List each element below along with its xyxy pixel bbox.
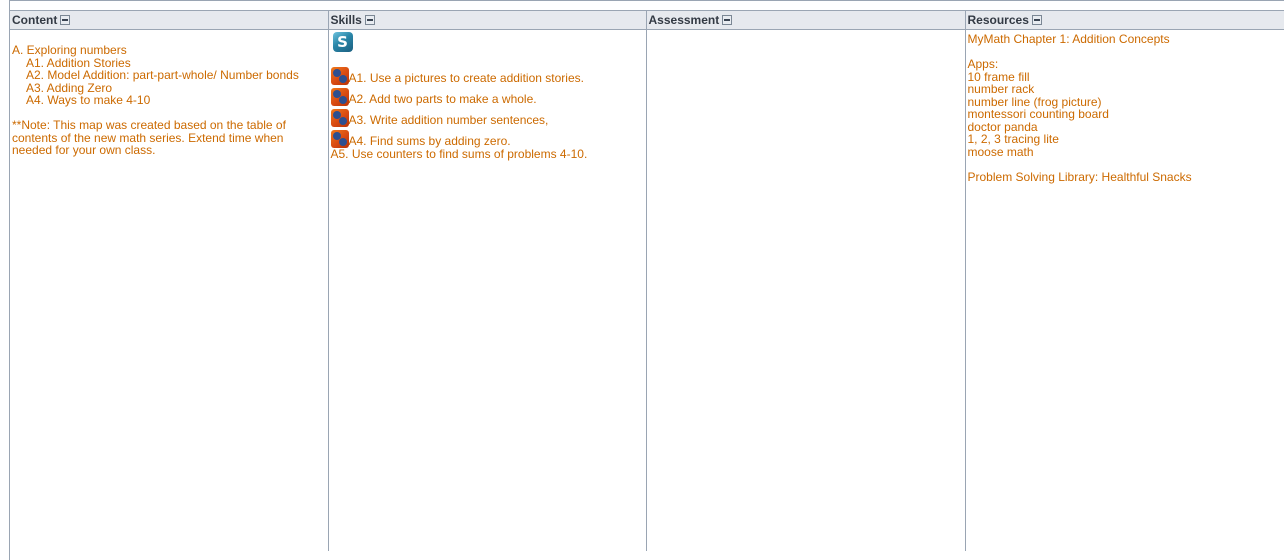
skill-text: A3. Write addition number sentences, <box>348 113 549 127</box>
curriculum-map-frame: Content Skills Assessment Resources A. E… <box>9 0 1284 560</box>
skill-row: A2. Add two parts to make a whole. <box>330 88 644 106</box>
resource-chapter: MyMath Chapter 1: Addition Concepts <box>967 32 1170 46</box>
skill-set-icon[interactable]: S <box>332 32 353 52</box>
assessment-header: Assessment <box>645 11 966 30</box>
resources-header-label: Resources <box>967 13 1029 27</box>
resources-header: Resources <box>964 11 1284 30</box>
resources-cell[interactable]: MyMath Chapter 1: Addition Concepts Apps… <box>965 30 1284 552</box>
content-heading: A. Exploring numbers <box>12 43 127 57</box>
content-note: **Note: This map was created based on th… <box>12 118 286 157</box>
collapse-icon[interactable] <box>60 15 71 25</box>
content-cell[interactable]: A. Exploring numbers A1. Addition Storie… <box>10 29 329 551</box>
skill-standard-icon[interactable] <box>330 130 349 148</box>
body-row: A. Exploring numbers A1. Addition Storie… <box>10 29 1284 552</box>
skills-header-label: Skills <box>330 13 362 27</box>
skill-text: A2. Add two parts to make a whole. <box>348 92 537 106</box>
skill-row: A1. Use a pictures to create addition st… <box>330 67 644 85</box>
skill-standard-icon[interactable] <box>330 67 349 85</box>
app-item: montessori counting board <box>967 107 1109 121</box>
skill-row: A4. Find sums by adding zero. <box>330 130 644 148</box>
apps-label: Apps: <box>967 57 999 71</box>
collapse-icon[interactable] <box>722 15 733 25</box>
content-header: Content <box>10 11 329 30</box>
assessment-header-label: Assessment <box>648 13 720 27</box>
skill-row: A3. Write addition number sentences, <box>330 109 644 127</box>
content-item: A2. Model Addition: part-part-whole/ Num… <box>26 68 299 82</box>
skills-header: Skills <box>327 11 647 30</box>
collapse-icon[interactable] <box>1031 15 1042 25</box>
curriculum-map-table: Content Skills Assessment Resources A. E… <box>10 11 1284 551</box>
skills-cell[interactable]: S A1. Use a pictures to create addition … <box>328 29 647 551</box>
header-row: Content Skills Assessment Resources <box>10 11 1284 30</box>
content-item: A4. Ways to make 4-10 <box>26 93 151 107</box>
resource-library: Problem Solving Library: Healthful Snack… <box>967 169 1192 184</box>
skill-standard-icon[interactable] <box>330 88 349 106</box>
assessment-cell[interactable] <box>646 29 966 551</box>
app-item: number rack <box>967 82 1035 96</box>
skill-extra: A5. Use counters to find sums of problem… <box>330 147 588 161</box>
app-item: 1, 2, 3 tracing lite <box>967 132 1059 146</box>
content-header-label: Content <box>12 13 58 27</box>
collapse-icon[interactable] <box>364 15 375 25</box>
app-item: moose math <box>967 144 1034 159</box>
skill-text: A1. Use a pictures to create addition st… <box>348 71 584 85</box>
top-strip <box>10 1 1284 11</box>
skill-standard-icon[interactable] <box>330 109 349 127</box>
